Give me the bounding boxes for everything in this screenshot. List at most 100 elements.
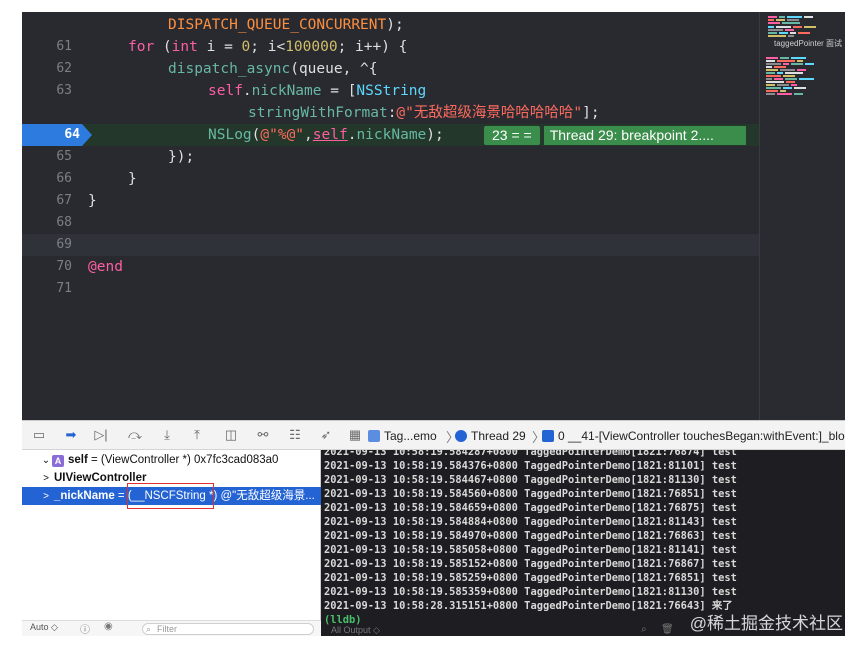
- environment-overrides-icon[interactable]: ☷: [286, 427, 304, 443]
- minimap-line: [793, 26, 802, 28]
- code-token: DISPATCH_QUEUE_CONCURRENT: [168, 17, 387, 33]
- code-line[interactable]: 67}: [22, 190, 759, 212]
- variables-filter-input[interactable]: ⌕ Filter: [142, 623, 314, 635]
- minimap-line: [785, 72, 803, 74]
- minimap-line: [766, 60, 775, 62]
- code-line[interactable]: 70 @end: [22, 256, 759, 278]
- code-line[interactable]: 62 dispatch_async(queue, ^{: [22, 58, 759, 80]
- filter-search-icon[interactable]: ⌕: [641, 624, 647, 635]
- simulate-location-icon[interactable]: ➶: [317, 427, 335, 443]
- code-token: int: [171, 39, 198, 55]
- breadcrumb-frame[interactable]: 0 __41-[ViewController touchesBegan:with…: [542, 429, 845, 443]
- auto-scope-select[interactable]: Auto ◇: [30, 622, 58, 633]
- breadcrumb-frame-label: 0 __41-[ViewController touchesBegan:with…: [558, 429, 845, 443]
- breakpoints-toggle-icon[interactable]: ➡: [62, 427, 80, 443]
- console-line: 2021-09-13 10:58:19.584659+0800 TaggedPo…: [324, 502, 737, 514]
- code-token: ,: [304, 127, 313, 143]
- minimap-line: [794, 93, 803, 95]
- code-token: ; i<: [250, 39, 286, 55]
- code-line[interactable]: 69: [22, 234, 759, 256]
- variable-row[interactable]: ⌄ Aself = (ViewController *) 0x7fc3cad083…: [22, 451, 321, 469]
- line-number: 66: [56, 171, 72, 186]
- view-hierarchy-icon[interactable]: ◫: [222, 427, 240, 443]
- continue-icon[interactable]: ▷|: [92, 427, 110, 443]
- disclosure-closed-icon[interactable]: >: [40, 488, 52, 505]
- minimap-line: [766, 69, 778, 71]
- minimap-line: [779, 16, 785, 18]
- code-token: (: [154, 39, 172, 55]
- code-line[interactable]: 66}: [22, 168, 759, 190]
- code-line[interactable]: 71: [22, 278, 759, 300]
- variables-filter-placeholder: Filter: [157, 624, 177, 634]
- frame-icon: ▦: [348, 427, 362, 442]
- step-into-icon[interactable]: ⤓: [158, 427, 176, 443]
- hide-debug-area-icon[interactable]: ▭: [30, 427, 48, 443]
- variable-name: _nickName: [54, 490, 115, 502]
- code-text: dispatch_async(queue, ^{: [168, 58, 378, 80]
- minimap-line: [766, 78, 772, 80]
- minimap-line: [768, 22, 780, 24]
- code-token: for: [128, 39, 155, 55]
- trash-icon[interactable]: 🗑: [661, 624, 674, 635]
- minimap-line: [766, 66, 772, 68]
- code-token: @end: [88, 259, 123, 275]
- code-line[interactable]: 68: [22, 212, 759, 234]
- eye-icon[interactable]: ◉: [104, 621, 113, 632]
- code-line[interactable]: 63 self.nickName = [NSString: [22, 80, 759, 102]
- code-text: self.nickName = [NSString: [208, 80, 426, 102]
- breadcrumb-app[interactable]: Tag...emo: [368, 429, 437, 443]
- code-token: NSString: [356, 83, 427, 99]
- watermark: @稀土掘金技术社区: [689, 614, 843, 633]
- code-line[interactable]: stringWithFormat:@"无敌超级海景哈哈哈哈哈"];: [22, 102, 759, 124]
- minimap-line: [785, 78, 797, 80]
- code-line[interactable]: DISPATCH_QUEUE_CONCURRENT);: [22, 14, 759, 36]
- breadcrumb-thread[interactable]: Thread 29: [455, 429, 526, 443]
- breakpoint-annotation[interactable]: 23 = = Thread 29: breakpoint 2....: [484, 126, 746, 145]
- console-line: 2021-09-13 10:58:19.584884+0800 TaggedPo…: [324, 516, 737, 528]
- step-out-icon[interactable]: ⤒: [188, 427, 206, 443]
- code-line[interactable]: 65});: [22, 146, 759, 168]
- code-text: stringWithFormat:@"无敌超级海景哈哈哈哈哈"];: [248, 102, 600, 124]
- code-text: }: [88, 190, 97, 212]
- variables-view[interactable]: ⌄ Aself = (ViewController *) 0x7fc3cad083…: [22, 450, 321, 636]
- source-editor[interactable]: DISPATCH_QUEUE_CONCURRENT); 61 for (int i …: [22, 12, 759, 420]
- minimap-line: [768, 19, 774, 21]
- line-number: 69: [56, 237, 72, 252]
- breakpoint-marker[interactable]: 64: [22, 124, 92, 146]
- console-line: 2021-09-13 10:58:19.584467+0800 TaggedPo…: [324, 474, 737, 486]
- minimap-line: [804, 26, 816, 28]
- minimap[interactable]: taggedPointer 面试: [759, 12, 845, 420]
- code-token: dispatch_async: [168, 61, 291, 77]
- disclosure-open-icon[interactable]: ⌄: [40, 452, 52, 469]
- minimap-line: [768, 35, 786, 37]
- minimap-line: [780, 69, 795, 71]
- code-text: for (int i = 0; i<100000; i++) {: [128, 36, 407, 58]
- minimap-line: [791, 57, 806, 59]
- search-icon: ⌕: [146, 624, 152, 634]
- code-token: self: [312, 127, 348, 143]
- minimap-line: [799, 78, 814, 80]
- minimap-line: [777, 60, 795, 62]
- code-token: nickName: [356, 127, 427, 143]
- minimap-line: [790, 32, 796, 34]
- code-token: 0: [241, 39, 251, 55]
- minimap-line: [766, 72, 775, 74]
- code-line[interactable]: 61 for (int i = 0; i<100000; i++) {: [22, 36, 759, 58]
- code-text: });: [168, 146, 194, 168]
- code-line[interactable]: 64 NSLog(@"%@",self.nickName); 23 = = Threa…: [22, 124, 759, 146]
- info-icon[interactable]: ⓘ: [80, 621, 90, 636]
- console-line: 2021-09-13 10:58:19.584376+0800 TaggedPo…: [324, 460, 737, 472]
- console-line: 2021-09-13 10:58:19.585359+0800 TaggedPo…: [324, 586, 737, 598]
- minimap-line: [805, 63, 814, 65]
- line-number: 62: [56, 61, 72, 76]
- disclosure-closed-icon[interactable]: >: [40, 470, 52, 487]
- type-badge-icon: A: [52, 455, 64, 467]
- output-filter-select[interactable]: All Output ◇: [331, 625, 380, 636]
- minimap-line: [797, 60, 803, 62]
- minimap-line: [782, 22, 800, 24]
- step-over-icon[interactable]: ⤼: [126, 427, 144, 443]
- memory-graph-icon[interactable]: ⚯: [254, 427, 272, 443]
- line-number: 68: [56, 215, 72, 230]
- line-number: 70: [56, 259, 72, 274]
- console-line: 2021-09-13 10:58:19.584560+0800 TaggedPo…: [324, 488, 737, 500]
